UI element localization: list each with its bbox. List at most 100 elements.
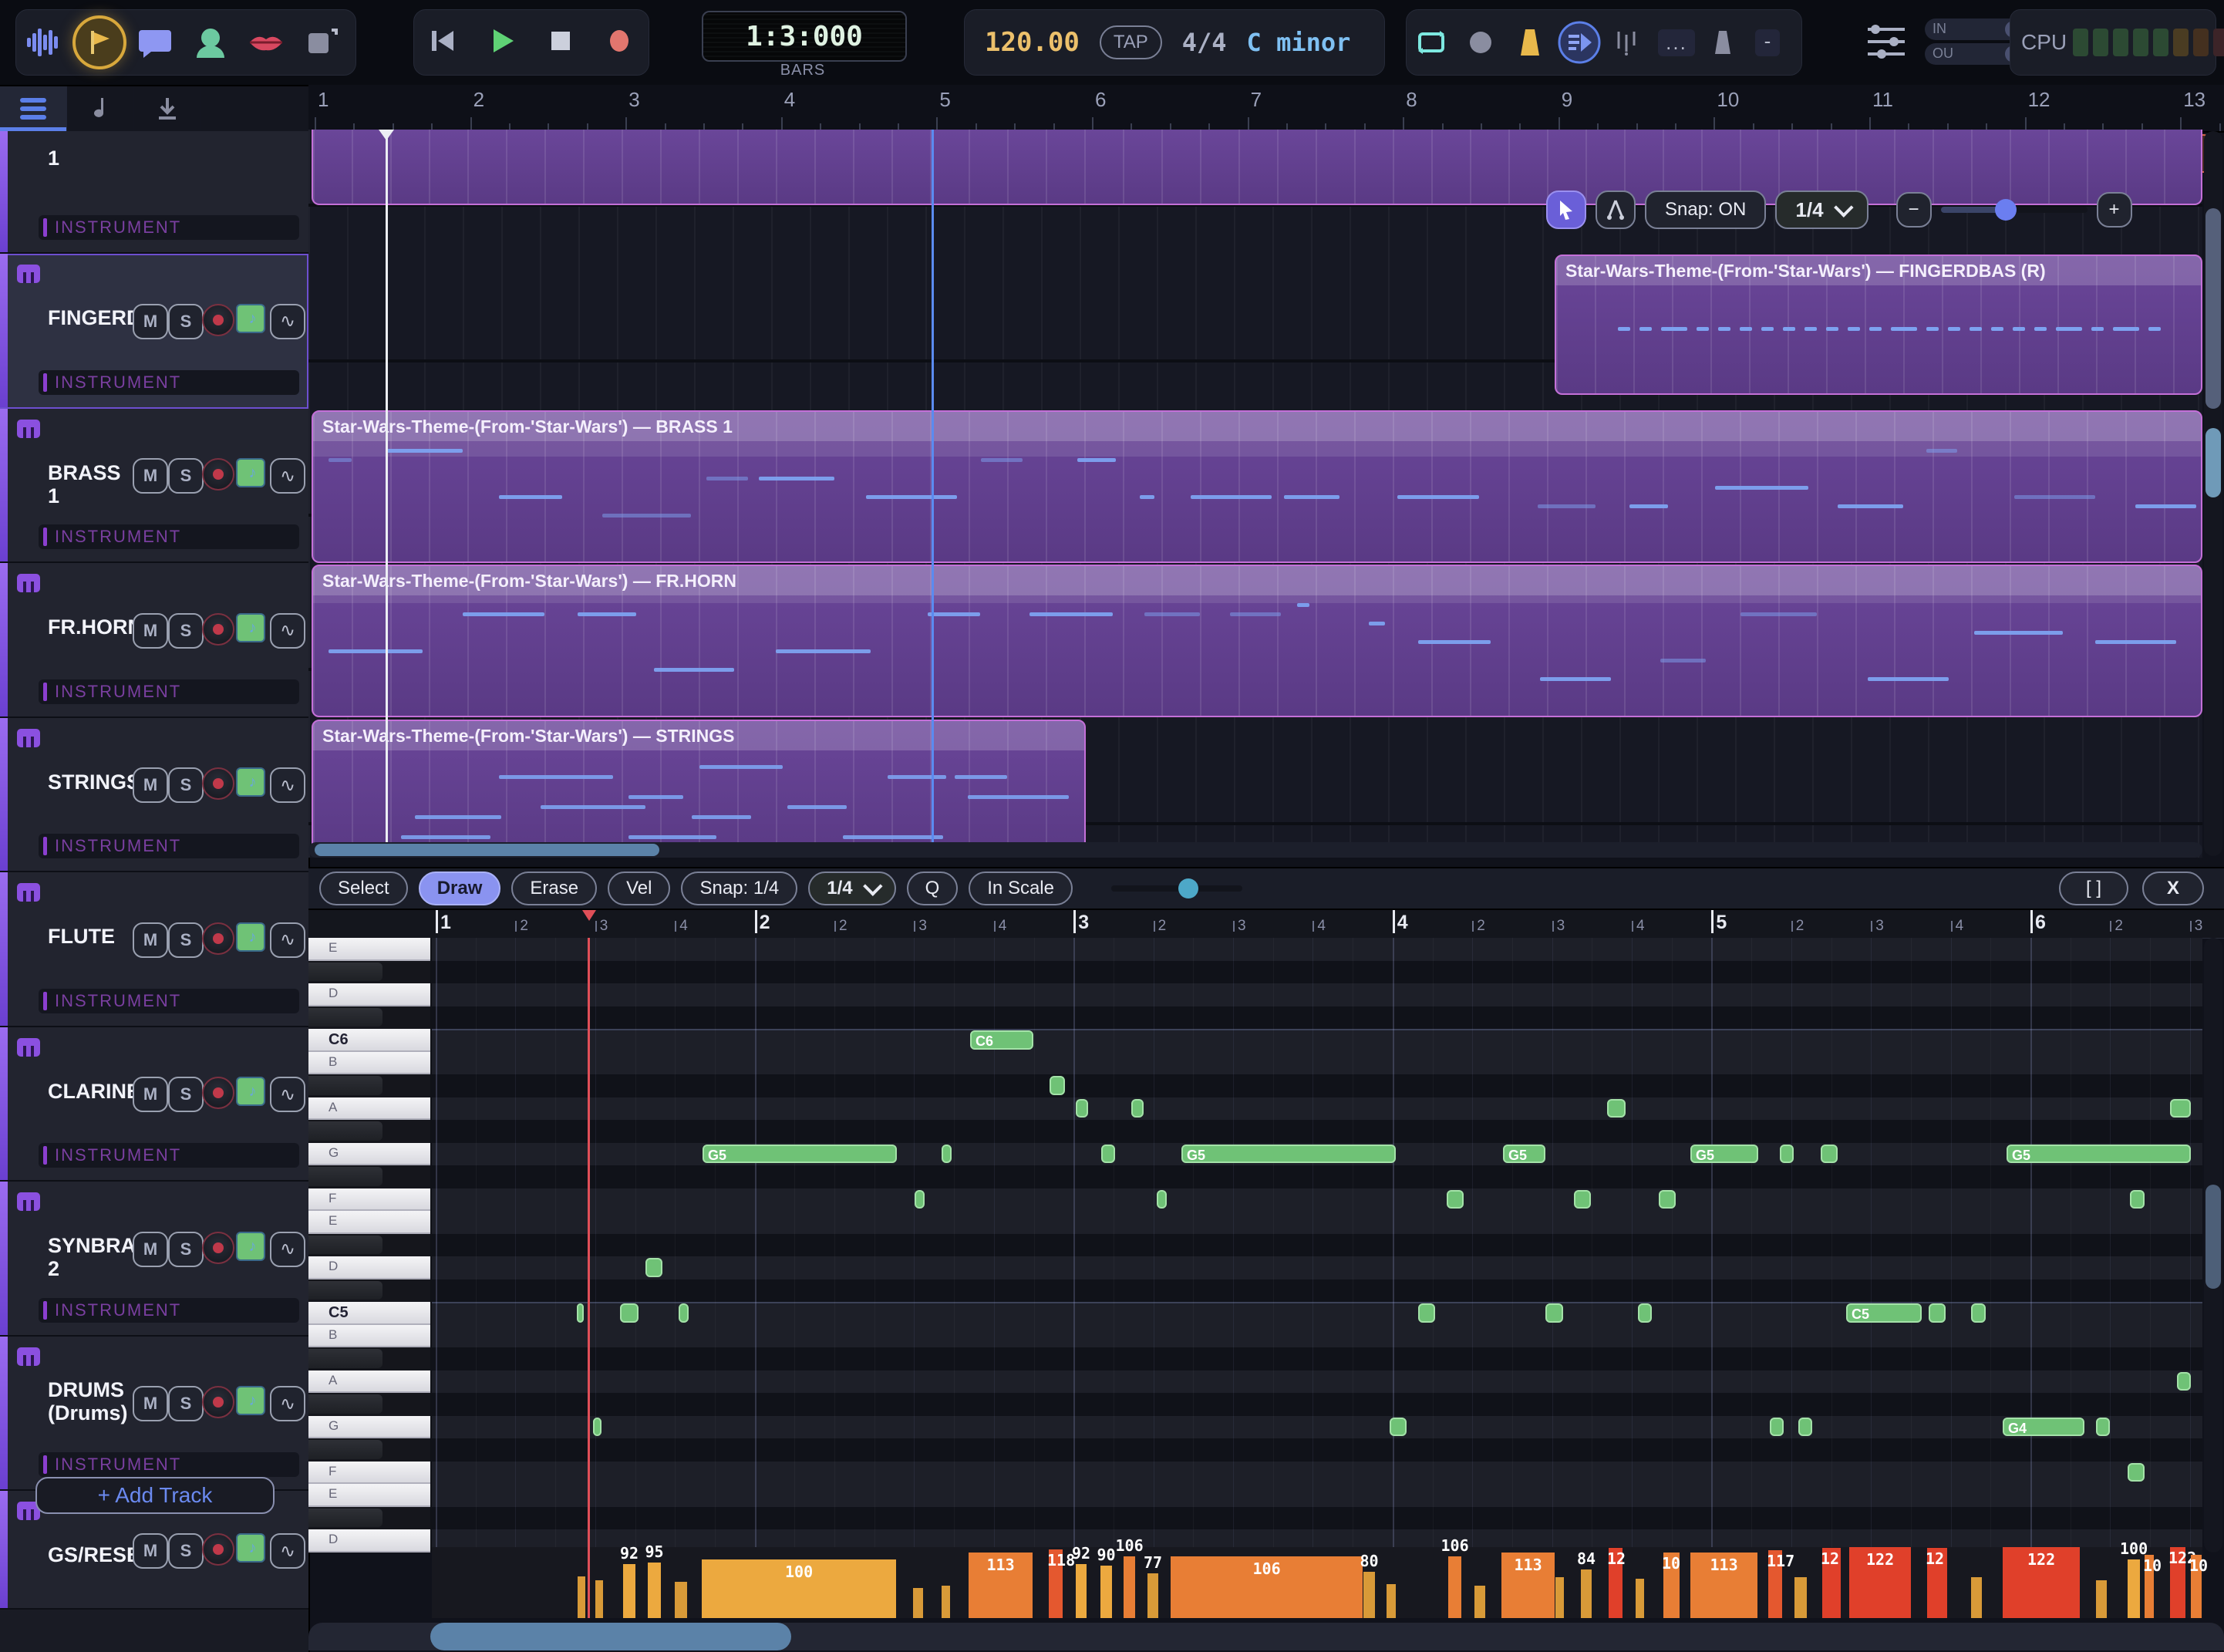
midi-note[interactable] xyxy=(1447,1190,1464,1209)
black-key[interactable] xyxy=(308,1076,382,1095)
velocity-bar[interactable] xyxy=(1387,1584,1396,1618)
solo-button[interactable]: S xyxy=(168,922,204,958)
mute-button[interactable]: M xyxy=(133,458,168,494)
pianoroll-ruler[interactable]: 12342234323442345234623 xyxy=(308,910,2224,939)
record-arm-knob[interactable] xyxy=(202,1386,234,1418)
velocity-bar[interactable] xyxy=(1124,1556,1135,1618)
midi-input-knob[interactable]: ♪ xyxy=(236,1386,265,1415)
mixer-icon[interactable] xyxy=(1865,19,1908,69)
note-tab[interactable] xyxy=(67,86,134,131)
white-key-G[interactable]: G xyxy=(308,1416,430,1439)
midi-note[interactable]: G5 xyxy=(1181,1145,1396,1164)
pianoroll-grid[interactable]: C6G5G5G5G5G5C5G4 xyxy=(432,938,2202,1553)
track-row-fr-horn[interactable]: FR.HORNMS♪∿INSTRUMENT xyxy=(0,563,308,718)
automation-button[interactable]: ∿ xyxy=(270,1533,305,1569)
flag-icon[interactable] xyxy=(72,10,127,75)
pr-tool-select[interactable]: Select xyxy=(319,872,408,905)
record-arm-knob[interactable] xyxy=(202,1232,234,1264)
solo-button[interactable]: S xyxy=(168,458,204,494)
solo-button[interactable]: S xyxy=(168,1077,204,1112)
midi-note[interactable]: G4 xyxy=(2003,1418,2084,1437)
instrument-slot[interactable]: INSTRUMENT xyxy=(39,524,299,549)
pr-zoom-slider[interactable] xyxy=(1111,885,1242,892)
white-key-E[interactable]: E xyxy=(308,1211,430,1234)
velocity-bar[interactable] xyxy=(1100,1566,1112,1618)
tap-tempo-button[interactable]: TAP xyxy=(1100,25,1162,59)
midi-note[interactable] xyxy=(1574,1190,1591,1209)
black-key[interactable] xyxy=(308,1440,382,1459)
pr-tool-vel[interactable]: Vel xyxy=(608,872,670,905)
screen-icon[interactable] xyxy=(294,10,349,75)
count-in-icon[interactable] xyxy=(1555,10,1604,75)
clip-bass[interactable]: Star-Wars-Theme-(From-'Star-Wars') — FIN… xyxy=(1555,255,2202,395)
pr-tool-1-4[interactable]: 1/4 xyxy=(808,872,895,905)
track-name[interactable]: CLARINET xyxy=(48,1080,133,1103)
black-key[interactable] xyxy=(308,1008,382,1027)
time-display[interactable]: 1:3:000 xyxy=(702,11,907,62)
midi-note[interactable] xyxy=(2096,1418,2110,1437)
velocity-bar[interactable] xyxy=(623,1564,635,1618)
tracks-tab[interactable] xyxy=(0,86,67,131)
track-row-drums-drums-[interactable]: DRUMS (Drums)MS♪∿INSTRUMENT xyxy=(0,1337,308,1491)
track-name[interactable]: SYNBRASS 2 xyxy=(48,1234,133,1280)
velocity-bar[interactable] xyxy=(648,1563,661,1618)
lips-icon[interactable] xyxy=(238,10,294,75)
add-track-button[interactable]: + Add Track xyxy=(35,1477,275,1514)
midi-input-knob[interactable]: ♪ xyxy=(236,304,265,333)
black-key[interactable] xyxy=(308,1349,382,1368)
pianoroll-vscrollbar[interactable] xyxy=(2204,938,2222,1553)
snap-toggle-button[interactable]: Snap: ON xyxy=(1645,190,1766,229)
white-key-B[interactable]: B xyxy=(308,1052,430,1075)
automation-button[interactable]: ∿ xyxy=(270,304,305,339)
white-key-D[interactable]: D xyxy=(308,1256,430,1279)
clip-strings[interactable]: Star-Wars-Theme-(From-'Star-Wars') — STR… xyxy=(312,720,1086,855)
tuner-icon[interactable] xyxy=(1604,10,1653,75)
instrument-slot[interactable]: INSTRUMENT xyxy=(39,989,299,1013)
solo-button[interactable]: S xyxy=(168,1232,204,1267)
stop-button[interactable] xyxy=(548,28,574,58)
midi-note[interactable]: G5 xyxy=(1690,1145,1758,1164)
pr-tool-in-scale[interactable]: In Scale xyxy=(969,872,1073,905)
more-icon[interactable]: ... xyxy=(1653,10,1700,75)
midi-note[interactable] xyxy=(1418,1303,1435,1323)
midi-note[interactable] xyxy=(2170,1099,2191,1118)
clip-brass[interactable]: Star-Wars-Theme-(From-'Star-Wars') — BRA… xyxy=(312,410,2202,563)
record-arm-knob[interactable] xyxy=(202,922,234,955)
zoom-slider-thumb[interactable] xyxy=(1995,199,2017,221)
clip-horn[interactable]: Star-Wars-Theme-(From-'Star-Wars') — FR.… xyxy=(312,565,2202,717)
track-name[interactable]: FLUTE xyxy=(48,925,133,948)
arrange-hscrollbar[interactable] xyxy=(308,842,2202,858)
automation-button[interactable]: ∿ xyxy=(270,767,305,803)
midi-note[interactable]: G5 xyxy=(2007,1145,2191,1164)
key-signature[interactable]: C minor xyxy=(1247,28,1351,57)
velocity-bar[interactable] xyxy=(2128,1559,2140,1618)
pianoroll-hscrollbar[interactable] xyxy=(308,1623,2224,1650)
white-key-C6[interactable]: C6 xyxy=(308,1029,430,1052)
midi-note[interactable] xyxy=(1821,1145,1838,1164)
black-key[interactable] xyxy=(308,1236,382,1255)
velocity-bar[interactable] xyxy=(1147,1573,1158,1618)
velocity-bar[interactable] xyxy=(1636,1579,1644,1618)
velocity-bar[interactable] xyxy=(578,1576,585,1618)
loop-brackets-button[interactable]: [ ] xyxy=(2059,872,2128,905)
instrument-slot[interactable]: INSTRUMENT xyxy=(39,215,299,240)
white-key-F[interactable]: F xyxy=(308,1188,430,1212)
loop-icon[interactable] xyxy=(1407,10,1456,75)
velocity-bar[interactable] xyxy=(1555,1577,1564,1618)
instrument-slot[interactable]: INSTRUMENT xyxy=(39,1298,299,1323)
automation-button[interactable]: ∿ xyxy=(270,922,305,958)
midi-note[interactable] xyxy=(1780,1145,1794,1164)
midi-note[interactable] xyxy=(593,1418,601,1437)
velocity-bar[interactable] xyxy=(913,1588,923,1618)
instrument-slot[interactable]: INSTRUMENT xyxy=(39,834,299,858)
track-row-synbrass-2[interactable]: SYNBRASS 2MS♪∿INSTRUMENT xyxy=(0,1182,308,1337)
velocity-bar[interactable] xyxy=(1581,1569,1592,1618)
mute-button[interactable]: M xyxy=(133,922,168,958)
automation-button[interactable]: ∿ xyxy=(270,1077,305,1112)
track-row-fingerdbas[interactable]: FINGERDBASMS♪∿INSTRUMENT xyxy=(0,254,308,409)
midi-note[interactable] xyxy=(2130,1190,2145,1209)
solo-button[interactable]: S xyxy=(168,613,204,649)
track-name[interactable]: STRINGS xyxy=(48,770,133,794)
black-key[interactable] xyxy=(308,1509,382,1528)
track-row-clarinet[interactable]: CLARINETMS♪∿INSTRUMENT xyxy=(0,1027,308,1182)
